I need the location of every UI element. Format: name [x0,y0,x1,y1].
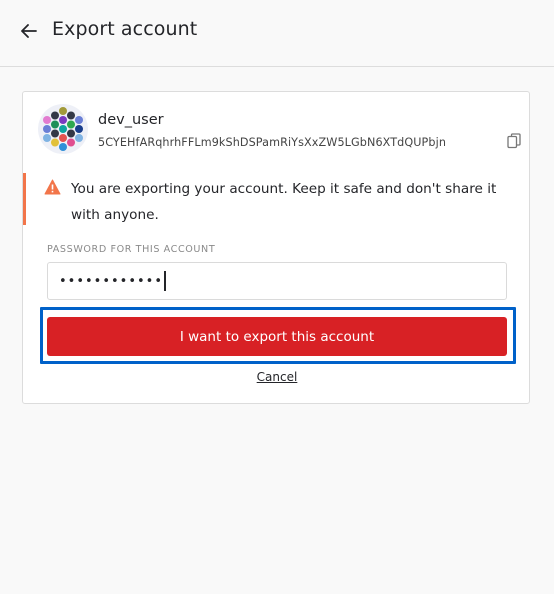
cancel-row: Cancel [23,370,531,384]
warning-text: You are exporting your account. Keep it … [71,181,497,223]
cancel-link[interactable]: Cancel [257,370,298,384]
account-name: dev_user [98,112,164,128]
password-label: PASSWORD FOR THIS ACCOUNT [47,244,216,255]
back-button[interactable] [18,20,40,42]
account-avatar [38,104,88,154]
password-value: •••••••••••• [59,273,164,289]
account-address: 5CYEHfARqhrhFFLm9kShDSPamRiYsXxZW5LGbN6X… [98,136,447,149]
copy-address-button[interactable] [507,133,523,151]
warning-banner: You are exporting your account. Keep it … [23,173,516,225]
identicon-icon [43,107,83,151]
export-card: dev_user 5CYEHfARqhrhFFLm9kShDSPamRiYsXx… [22,91,530,404]
warning-triangle-icon [44,179,61,195]
export-account-button[interactable]: I want to export this account [47,317,507,356]
password-input[interactable]: •••••••••••• [47,262,507,300]
arrow-left-icon [21,24,37,38]
header-bar: Export account [0,0,554,67]
text-caret [164,271,166,291]
page-title: Export account [52,18,198,40]
copy-icon [507,133,521,149]
